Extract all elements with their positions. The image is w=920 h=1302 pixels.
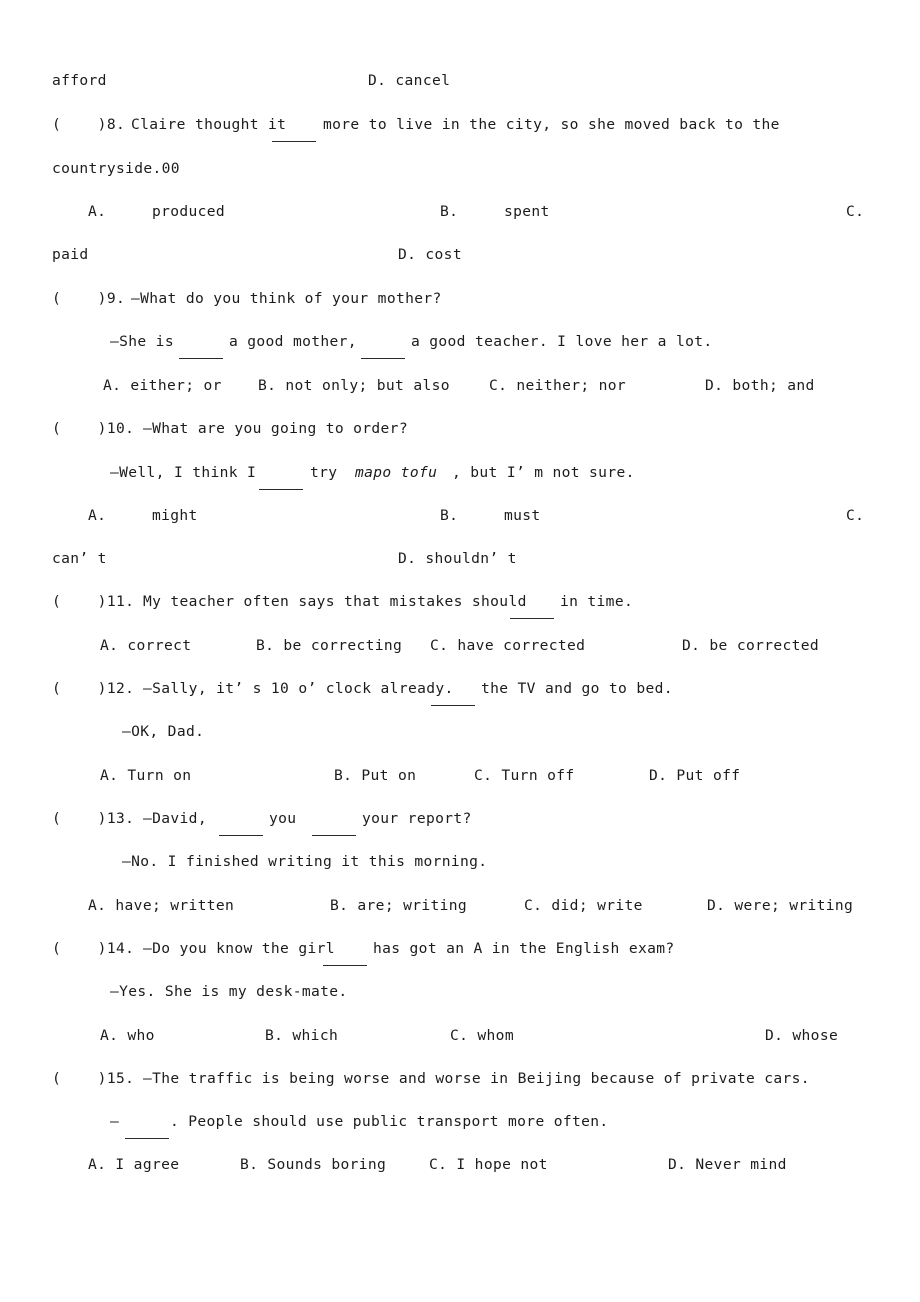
q14-stem-part2: has got an A in the English exam? (373, 940, 675, 957)
q7-continuation-option-d: D. cancel (368, 72, 451, 89)
q8-option-c[interactable]: C. (846, 203, 864, 220)
q9-option-b[interactable]: B. not only; but also (258, 377, 450, 394)
q8-option-c-wrap[interactable]: paid (52, 246, 89, 263)
q9-marker: ( )9. (52, 290, 126, 307)
q9-reply-part3: a good teacher. I love her a lot. (411, 333, 713, 350)
q8-answer-blank (272, 129, 316, 142)
q9-option-d[interactable]: D. both; and (705, 377, 815, 394)
q13-stem-part1: —David, (143, 810, 207, 827)
q13-option-c[interactable]: C. did; write (524, 897, 643, 914)
q15-option-c[interactable]: C. I hope not (429, 1156, 548, 1173)
q12-stem-part2: the TV and go to bed. (481, 680, 673, 697)
q10-option-a[interactable]: A. might (88, 507, 198, 524)
q10-reply-dish-name: mapo tofu (355, 464, 438, 481)
q13-option-d[interactable]: D. were; writing (707, 897, 853, 914)
q15-answer-blank (125, 1126, 169, 1139)
q14-option-d[interactable]: D. whose (765, 1027, 838, 1044)
q11-option-c[interactable]: C. have corrected (430, 637, 585, 654)
q12-option-d[interactable]: D. Put off (649, 767, 740, 784)
q11-option-b[interactable]: B. be correcting (256, 637, 402, 654)
q11-stem-part1: My teacher often says that mistakes shou… (143, 593, 527, 610)
q14-option-c[interactable]: C. whom (450, 1027, 514, 1044)
q14-option-b[interactable]: B. which (265, 1027, 338, 1044)
q11-option-d[interactable]: D. be corrected (682, 637, 819, 654)
document-page: afford D. cancel ( )8. Claire thought it… (0, 0, 920, 1302)
q9-reply-part2: a good mother, (229, 333, 357, 350)
q9-answer-blank-2 (361, 346, 405, 359)
q8-marker: ( )8. (52, 116, 126, 133)
q12-option-c[interactable]: C. Turn off (474, 767, 575, 784)
q8-option-d[interactable]: D. cost (398, 246, 462, 263)
q13-option-a[interactable]: A. have; written (88, 897, 234, 914)
q14-reply: —Yes. She is my desk-mate. (110, 983, 348, 1000)
q13-stem-part2: you (269, 810, 297, 827)
q13-option-b[interactable]: B. are; writing (330, 897, 467, 914)
q13-stem-part3: your report? (362, 810, 472, 827)
q13-marker: ( )13. (52, 810, 135, 827)
q9-option-c[interactable]: C. neither; nor (489, 377, 626, 394)
q15-marker: ( )15. (52, 1070, 135, 1087)
q10-answer-blank (259, 477, 303, 490)
q10-marker: ( )10. (52, 420, 135, 437)
q8-stem-part1: Claire thought it (131, 116, 287, 133)
q9-stem: —What do you think of your mother? (131, 290, 442, 307)
q15-reply-text: . People should use public transport mor… (170, 1113, 609, 1130)
q10-stem: —What are you going to order? (143, 420, 408, 437)
q8-option-a[interactable]: A. produced (88, 203, 225, 220)
q12-marker: ( )12. (52, 680, 135, 697)
q14-stem-part1: —Do you know the girl (143, 940, 335, 957)
q15-reply-dash: — (110, 1113, 120, 1130)
q11-stem-part2: in time. (560, 593, 634, 610)
q15-option-b[interactable]: B. Sounds boring (240, 1156, 386, 1173)
q14-marker: ( )14. (52, 940, 135, 957)
q12-option-a[interactable]: A. Turn on (100, 767, 191, 784)
q10-option-c[interactable]: C. (846, 507, 864, 524)
q10-option-b[interactable]: B. must (440, 507, 541, 524)
q15-stem: —The traffic is being worse and worse in… (143, 1070, 810, 1087)
q15-option-d[interactable]: D. Never mind (668, 1156, 787, 1173)
q10-reply-part2: try (310, 464, 338, 481)
q13-answer-blank-2 (312, 823, 356, 836)
q14-answer-blank (323, 953, 367, 966)
q8-option-b[interactable]: B. spent (440, 203, 550, 220)
q10-reply-part1: —Well, I think I (110, 464, 257, 481)
q8-stem-part2: more to live in the city, so she moved b… (323, 116, 780, 133)
q7-continuation-option-left: afford (52, 72, 107, 89)
q12-answer-blank (431, 693, 475, 706)
q14-option-a[interactable]: A. who (100, 1027, 155, 1044)
q8-stem-wrap: countryside.00 (52, 160, 180, 177)
q15-option-a[interactable]: A. I agree (88, 1156, 179, 1173)
q11-option-a[interactable]: A. correct (100, 637, 191, 654)
q11-answer-blank (510, 606, 554, 619)
q12-reply: —OK, Dad. (122, 723, 205, 740)
q9-answer-blank-1 (179, 346, 223, 359)
q13-answer-blank-1 (219, 823, 263, 836)
q9-option-a[interactable]: A. either; or (103, 377, 222, 394)
q10-option-d[interactable]: D. shouldn’ t (398, 550, 517, 567)
q12-stem-part1: —Sally, it’ s 10 o’ clock already. (143, 680, 454, 697)
q9-reply-part1: —She is (110, 333, 174, 350)
q10-option-c-wrap[interactable]: can’ t (52, 550, 107, 567)
q12-option-b[interactable]: B. Put on (334, 767, 416, 784)
q10-reply-part3: , but I’ m not sure. (452, 464, 635, 481)
q11-marker: ( )11. (52, 593, 135, 610)
q13-reply: —No. I finished writing it this morning. (122, 853, 488, 870)
